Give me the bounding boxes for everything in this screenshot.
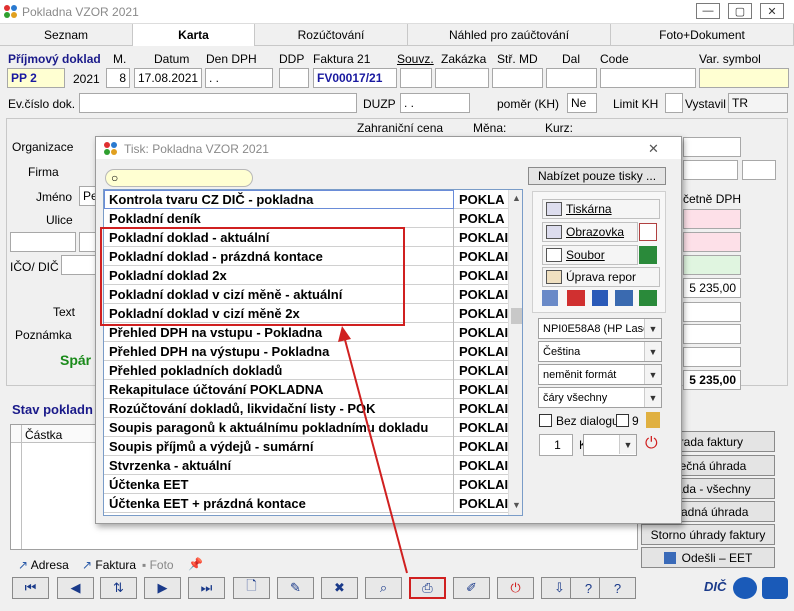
annotation-arrow: [338, 326, 408, 574]
